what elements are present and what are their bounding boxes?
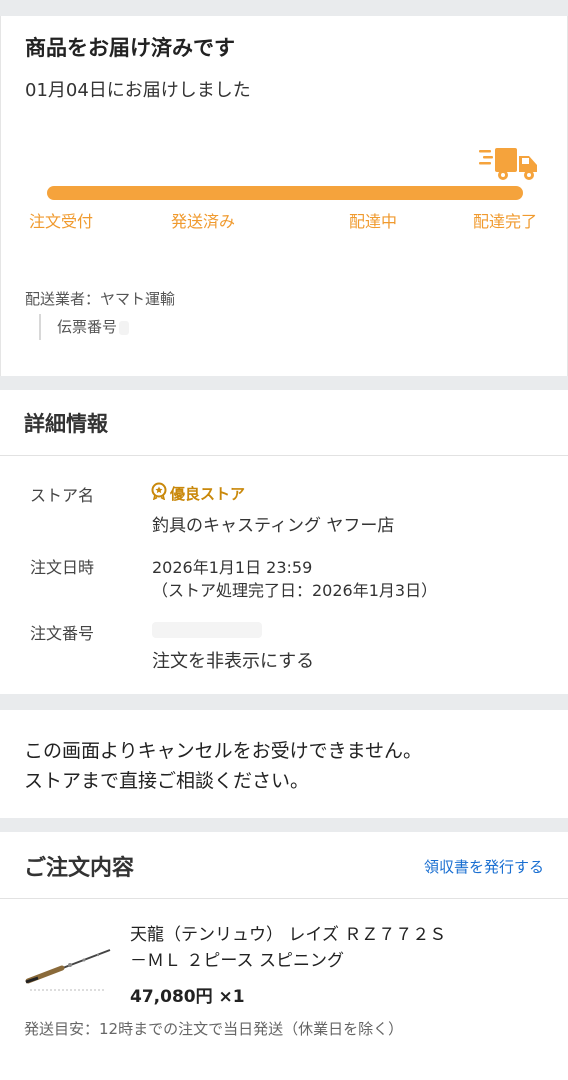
order-date-label: 注文日時: [30, 558, 95, 577]
product-price: 47,080円 ×1: [130, 987, 245, 1007]
step-delivered: 配達完了: [473, 212, 538, 231]
delivered-date-text: 01月04日にお届けしました: [25, 80, 251, 101]
order-divider: [0, 898, 568, 899]
store-name-link[interactable]: 釣具のキャスティング ヤフー店: [152, 511, 394, 536]
product-name[interactable]: 天龍（テンリュウ） レイズ ＲＺ７７２Ｓ －ＭＬ ２ピース スピニング: [130, 922, 446, 974]
delivery-progress-bar: [47, 186, 523, 200]
detail-section-title: 詳細情報: [24, 412, 108, 436]
product-name-line-2: －ＭＬ ２ピース スピニング: [130, 951, 344, 971]
slip-number-row: 伝票番号: [57, 316, 130, 337]
medal-icon: [150, 482, 168, 504]
status-title: 商品をお届け済みです: [25, 36, 235, 60]
store-badge-label: 優良ストア: [170, 484, 246, 503]
slip-number-label: 伝票番号: [57, 318, 118, 336]
delivery-truck-icon: [477, 144, 541, 188]
redacted-slip-number: [119, 320, 130, 335]
slip-divider: [39, 314, 41, 340]
order-contents-card: ご注文内容 領収書を発行する 天龍（テンリュウ） レイズ ＲＺ７７２Ｓ －ＭＬ …: [0, 832, 568, 1080]
issue-receipt-link[interactable]: 領収書を発行する: [424, 856, 544, 877]
carrier-text: 配送業者：ヤマト運輸: [25, 290, 176, 308]
product-image[interactable]: [22, 936, 114, 996]
notice-line-1: この画面よりキャンセルをお受けできません。: [24, 740, 423, 762]
step-order-received: 注文受付: [29, 212, 94, 231]
store-processed-date: （ストア処理完了日：2026年1月3日）: [152, 581, 438, 600]
order-number-label: 注文番号: [30, 624, 95, 643]
hide-order-link[interactable]: 注文を非表示にする: [152, 647, 314, 673]
order-date-value: 2026年1月1日 23:59: [152, 558, 313, 577]
detail-info-card: 詳細情報 ストア名 優良ストア 釣具のキャスティング ヤフー店 注文日時 202…: [0, 390, 568, 694]
delivery-status-card: 商品をお届け済みです 01月04日にお届けしました 注文受付 発送済み 配達中 …: [0, 16, 568, 376]
redacted-order-number: [152, 622, 262, 638]
product-name-line-1: 天龍（テンリュウ） レイズ ＲＺ７７２Ｓ: [130, 925, 447, 945]
store-label: ストア名: [30, 486, 95, 505]
notice-line-2: ストアまで直接ご相談ください。: [24, 770, 310, 792]
excellent-store-badge: 優良ストア: [150, 482, 245, 504]
cancel-notice-card: この画面よりキャンセルをお受けできません。 ストアまで直接ご相談ください。: [0, 710, 568, 818]
shipping-estimate: 発送目安：12時までの注文で当日発送（休業日を除く）: [24, 1020, 404, 1038]
step-in-delivery: 配達中: [349, 212, 398, 231]
detail-divider: [0, 455, 568, 456]
step-shipped: 発送済み: [171, 212, 236, 231]
order-section-title: ご注文内容: [24, 856, 135, 881]
